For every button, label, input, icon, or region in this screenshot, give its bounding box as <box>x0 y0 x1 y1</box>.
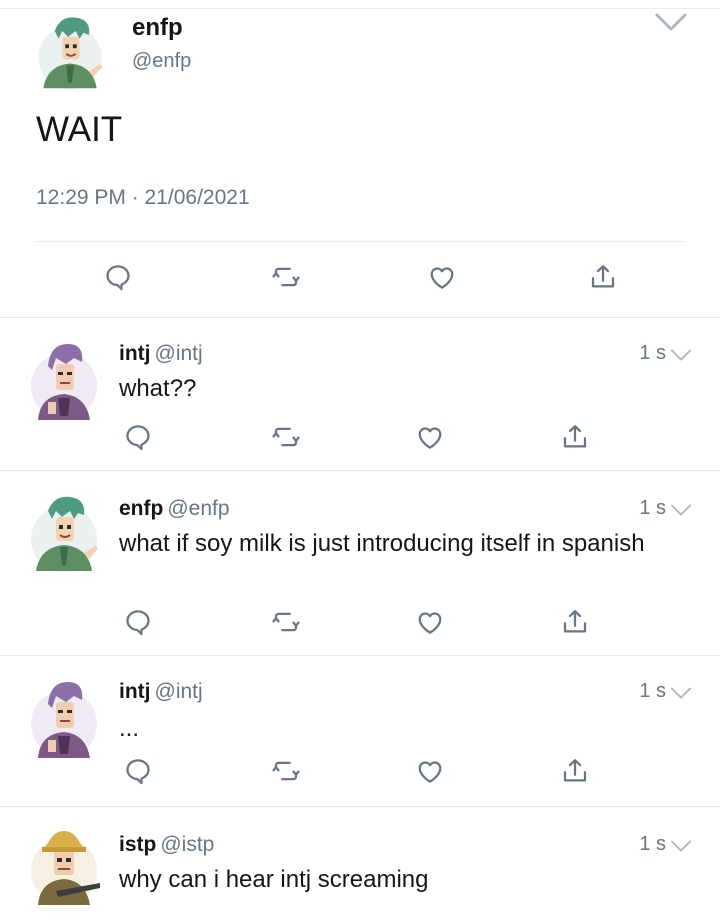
intj-avatar[interactable] <box>26 674 102 762</box>
enfp-avatar[interactable] <box>26 489 102 577</box>
reply-author-name[interactable]: enfp <box>119 497 163 520</box>
reply-tweet[interactable]: enfp @enfp 1 s what if soy milk is just i… <box>0 471 720 655</box>
chevron-down-icon[interactable] <box>670 348 692 362</box>
chevron-down-icon[interactable] <box>670 839 692 853</box>
share-icon[interactable] <box>560 607 590 637</box>
share-icon[interactable] <box>588 262 618 292</box>
reply-author-name[interactable]: istp <box>119 833 156 856</box>
chevron-down-icon[interactable] <box>670 686 692 700</box>
reply-tweet[interactable]: intj @intj 1 s what?? <box>0 318 720 470</box>
main-action-bar <box>0 262 720 302</box>
reply-time[interactable]: 1 s <box>639 342 666 365</box>
reply-author-handle[interactable]: @enfp <box>167 497 229 520</box>
reply-author-name[interactable]: intj <box>119 680 151 703</box>
intj-avatar[interactable] <box>26 336 102 424</box>
reply-icon[interactable] <box>123 422 153 452</box>
reply-header: intj @intj <box>119 342 203 366</box>
main-timestamp[interactable]: 12:29 PM · 21/06/2021 <box>36 186 250 210</box>
main-tweet: enfp @enfp WAIT 12:29 PM · 21/06/2021 <box>0 0 720 318</box>
reply-text: what?? <box>119 375 197 402</box>
reply-icon[interactable] <box>123 607 153 637</box>
chevron-down-icon[interactable] <box>670 503 692 517</box>
main-author-name[interactable]: enfp <box>132 14 183 42</box>
share-icon[interactable] <box>560 756 590 786</box>
reply-text: what if soy milk is just introducing its… <box>119 530 645 557</box>
reply-author-name[interactable]: intj <box>119 342 151 365</box>
enfp-avatar[interactable] <box>32 10 108 94</box>
reply-author-handle[interactable]: @intj <box>155 342 203 365</box>
reply-tweet[interactable]: istp @istp 1 s why can i hear intj scream… <box>0 807 720 922</box>
main-divider <box>36 241 684 242</box>
retweet-icon[interactable] <box>271 262 301 292</box>
reply-text: why can i hear intj screaming <box>119 866 429 893</box>
reply-author-handle[interactable]: @intj <box>155 680 203 703</box>
reply-text: ... <box>119 715 140 742</box>
reply-time[interactable]: 1 s <box>639 497 666 520</box>
retweet-icon[interactable] <box>271 607 301 637</box>
reply-icon[interactable] <box>123 756 153 786</box>
istp-avatar[interactable] <box>26 821 102 909</box>
share-icon[interactable] <box>560 422 590 452</box>
like-icon[interactable] <box>415 756 445 786</box>
retweet-icon[interactable] <box>271 422 301 452</box>
main-tweet-text: WAIT <box>36 110 123 149</box>
like-icon[interactable] <box>415 607 445 637</box>
reply-header: enfp @enfp <box>119 497 230 521</box>
reply-time[interactable]: 1 s <box>639 680 666 703</box>
reply-header: intj @intj <box>119 680 203 704</box>
reply-time[interactable]: 1 s <box>639 833 666 856</box>
reply-icon[interactable] <box>103 262 133 292</box>
reply-tweet[interactable]: intj @intj 1 s ... <box>0 656 720 806</box>
chevron-down-icon[interactable] <box>654 12 688 32</box>
like-icon[interactable] <box>427 262 457 292</box>
reply-author-handle[interactable]: @istp <box>160 833 214 856</box>
main-author-handle[interactable]: @enfp <box>132 50 191 73</box>
like-icon[interactable] <box>415 422 445 452</box>
retweet-icon[interactable] <box>271 756 301 786</box>
reply-header: istp @istp <box>119 833 214 857</box>
